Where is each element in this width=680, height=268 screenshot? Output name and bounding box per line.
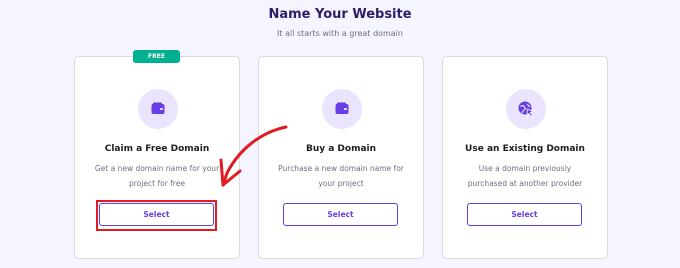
- select-existing-domain-button[interactable]: Select: [467, 203, 582, 226]
- card-description: Use a domain previously purchased at ano…: [467, 164, 583, 188]
- page-subtitle: It all starts with a great domain: [277, 29, 403, 38]
- globe-cursor-icon: [506, 89, 546, 129]
- buy-domain-card[interactable]: Buy a Domain Purchase a new domain name …: [258, 56, 424, 259]
- card-description: Purchase a new domain name for your proj…: [278, 164, 404, 188]
- select-free-domain-button[interactable]: Select: [99, 203, 214, 226]
- select-buy-domain-button[interactable]: Select: [283, 203, 398, 226]
- card-title: Claim a Free Domain: [104, 144, 210, 154]
- existing-domain-card[interactable]: Use an Existing Domain Use a domain prev…: [442, 56, 608, 259]
- claim-free-domain-card[interactable]: Claim a Free Domain Get a new domain nam…: [74, 56, 240, 259]
- card-description: Get a new domain name for your project f…: [94, 164, 220, 188]
- card-title: Use an Existing Domain: [465, 144, 585, 154]
- wallet-icon: [138, 89, 178, 129]
- wallet-icon: [322, 89, 362, 129]
- free-badge: FREE: [133, 50, 180, 63]
- page-title: Name Your Website: [268, 7, 412, 22]
- card-title: Buy a Domain: [305, 144, 377, 154]
